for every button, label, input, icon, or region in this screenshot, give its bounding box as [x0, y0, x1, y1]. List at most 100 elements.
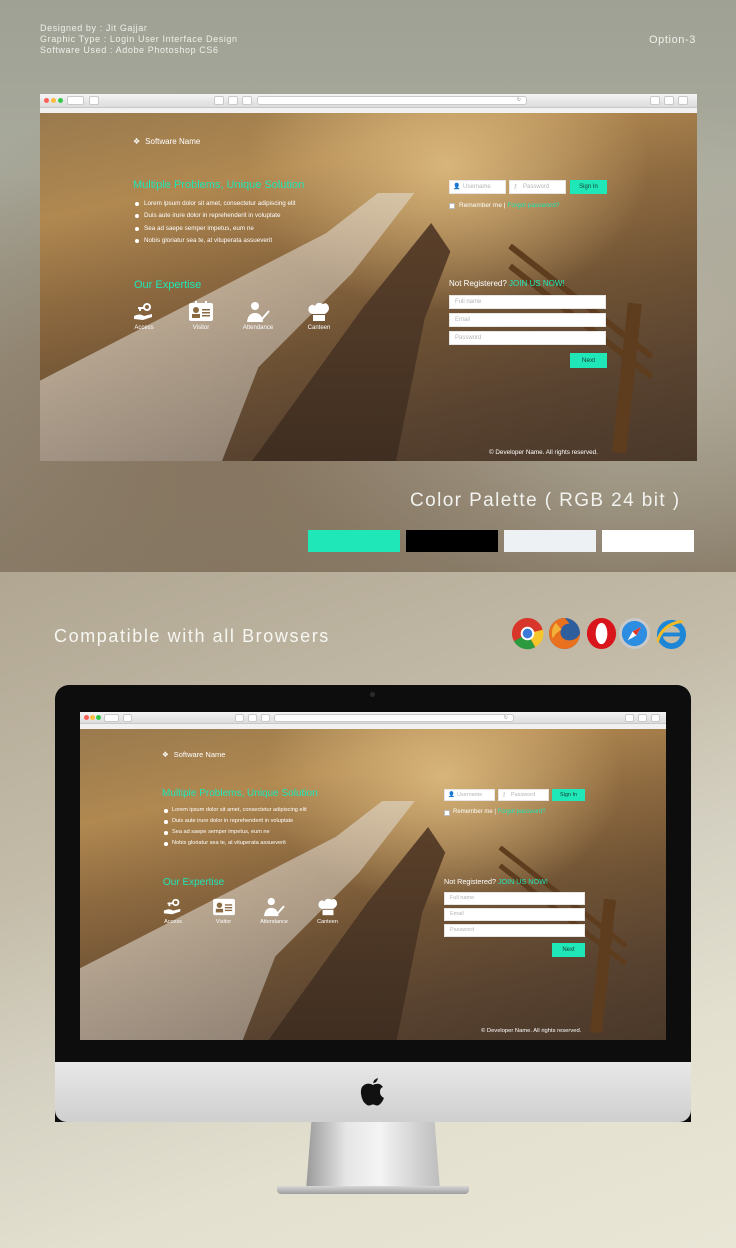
brand-name: Software Name: [145, 137, 201, 146]
forgot-password-link[interactable]: Forgot password?: [507, 202, 559, 209]
webcam-dot: [370, 692, 375, 697]
username-input[interactable]: 👤 Username: [444, 789, 495, 801]
software-used-text: Software Used : Adobe Photoshop CS6: [40, 45, 219, 55]
next-button[interactable]: Next: [552, 943, 585, 957]
imac-foot: [277, 1186, 469, 1194]
headline: Multiple Problems, Unique Solution: [133, 179, 305, 191]
feature-label: Access: [134, 325, 154, 331]
feature-visitor[interactable]: Visitor: [186, 301, 216, 331]
id-card-icon: [212, 898, 235, 916]
tabs-button[interactable]: [638, 714, 647, 722]
sign-in-button[interactable]: Sign In: [552, 789, 585, 801]
reload-icon[interactable]: ↻: [504, 715, 508, 722]
bullet-list: Lorem ipsum dolor sit amet, consectetur …: [135, 198, 296, 247]
footer-copyright: © Developer Name. All rights reserved.: [489, 449, 598, 456]
hand-key-icon: [163, 898, 181, 915]
mail-button[interactable]: [228, 96, 238, 105]
graphic-type-text: Graphic Type : Login User Interface Desi…: [40, 34, 238, 44]
user-icon: 👤: [448, 792, 455, 798]
browser-window-large: ↻ ❖ Software Name Multiple Problems, Uniq…: [40, 94, 697, 461]
join-us-link[interactable]: JOIN US NOW!: [498, 877, 548, 886]
option-label: Option-3: [649, 34, 696, 46]
key-icon: ⚷: [502, 792, 507, 798]
feature-attendance[interactable]: Attendance: [256, 897, 292, 925]
forgot-password-link[interactable]: Forgot password?: [498, 809, 546, 815]
password-input[interactable]: ⚷ Password: [498, 789, 549, 801]
settings-button[interactable]: [242, 96, 252, 105]
download-button[interactable]: [678, 96, 688, 105]
feature-access[interactable]: Access: [130, 301, 158, 331]
compatibility-title: Compatible with all Browsers: [54, 626, 330, 646]
back-forward-buttons[interactable]: [67, 96, 84, 105]
browser-window-small: ↻ ❖ Software Name Multiple Problems, Uniq…: [80, 712, 666, 1040]
sidebar-button[interactable]: [89, 96, 99, 105]
email-input[interactable]: Email: [444, 908, 585, 921]
join-us-link[interactable]: JOIN US NOW!: [509, 279, 565, 288]
mail-button[interactable]: [248, 714, 257, 722]
not-registered-text: Not Registered?: [449, 279, 507, 288]
brand-row: ❖ Software Name: [133, 137, 200, 146]
separator: |: [503, 202, 506, 209]
download-button[interactable]: [651, 714, 660, 722]
brand-logo-icon: ❖: [162, 750, 169, 759]
swatch-white: [602, 530, 694, 552]
full-name-input[interactable]: Full name: [444, 892, 585, 905]
register-prompt: Not Registered? JOIN US NOW!: [444, 877, 548, 886]
minimize-dot-icon[interactable]: [90, 715, 95, 720]
maximize-dot-icon[interactable]: [96, 715, 101, 720]
imac-stand: [306, 1122, 440, 1190]
share-button[interactable]: [625, 714, 634, 722]
bullet-item: Nobis gloriatur sea te, at vituperata as…: [164, 838, 307, 849]
firefox-icon: [548, 617, 581, 650]
maximize-dot-icon[interactable]: [58, 98, 63, 103]
next-button[interactable]: Next: [570, 353, 607, 368]
user-icon: 👤: [453, 184, 461, 190]
feature-access[interactable]: Access: [160, 897, 186, 925]
bullet-list: Lorem ipsum dolor sit amet, consectetur …: [164, 805, 307, 849]
address-bar[interactable]: ↻: [257, 96, 527, 105]
remember-checkbox[interactable]: [449, 203, 455, 209]
feature-label: Visitor: [192, 325, 210, 331]
print-button[interactable]: [214, 96, 224, 105]
close-dot-icon[interactable]: [84, 715, 89, 720]
email-input[interactable]: Email: [449, 313, 606, 327]
bullet-item: Nobis gloriatur sea te, at vituperata as…: [135, 235, 296, 247]
register-password-input[interactable]: Password: [444, 924, 585, 937]
chef-hat-icon: [317, 898, 337, 916]
register-prompt: Not Registered? JOIN US NOW!: [449, 279, 565, 288]
feature-visitor[interactable]: Visitor: [210, 897, 237, 925]
tabs-button[interactable]: [664, 96, 674, 105]
minimize-dot-icon[interactable]: [51, 98, 56, 103]
presentation-top-section: Designed by : Jit Gajjar Graphic Type : …: [0, 0, 736, 572]
full-name-input[interactable]: Full name: [449, 295, 606, 309]
key-icon: ⚷: [513, 184, 518, 190]
brand-logo-icon: ❖: [133, 137, 141, 146]
bullet-item: Duis aute irure dolor in reprehenderit i…: [164, 816, 307, 827]
remember-row: Remember me | Forgot password?: [453, 809, 546, 815]
apple-logo-icon: [360, 1078, 384, 1106]
feature-canteen[interactable]: Canteen: [314, 897, 341, 925]
login-page: ❖ Software Name Multiple Problems, Unique…: [40, 113, 697, 461]
feature-label: Canteen: [317, 919, 338, 925]
sign-in-button[interactable]: Sign In: [570, 180, 607, 194]
reload-icon[interactable]: ↻: [517, 97, 521, 104]
feature-attendance[interactable]: Attendance: [238, 301, 278, 331]
username-input[interactable]: 👤 Username: [449, 180, 506, 194]
brand-row: ❖ Software Name: [162, 750, 225, 759]
sidebar-button[interactable]: [123, 714, 132, 722]
footer-copyright: © Developer Name. All rights reserved.: [481, 1028, 582, 1034]
feature-canteen[interactable]: Canteen: [304, 301, 334, 331]
chef-hat-icon: [308, 302, 329, 321]
headline: Multiple Problems, Unique Solution: [162, 788, 318, 799]
remember-checkbox[interactable]: [444, 810, 450, 816]
address-bar[interactable]: ↻: [274, 714, 514, 722]
login-page: ❖ Software Name Multiple Problems, Unique…: [80, 729, 666, 1040]
back-forward-buttons[interactable]: [104, 714, 119, 722]
settings-button[interactable]: [261, 714, 270, 722]
browser-toolbar: ↻: [80, 712, 666, 724]
share-button[interactable]: [650, 96, 660, 105]
register-password-input[interactable]: Password: [449, 331, 606, 345]
password-input[interactable]: ⚷ Password: [509, 180, 566, 194]
print-button[interactable]: [235, 714, 244, 722]
close-dot-icon[interactable]: [44, 98, 49, 103]
